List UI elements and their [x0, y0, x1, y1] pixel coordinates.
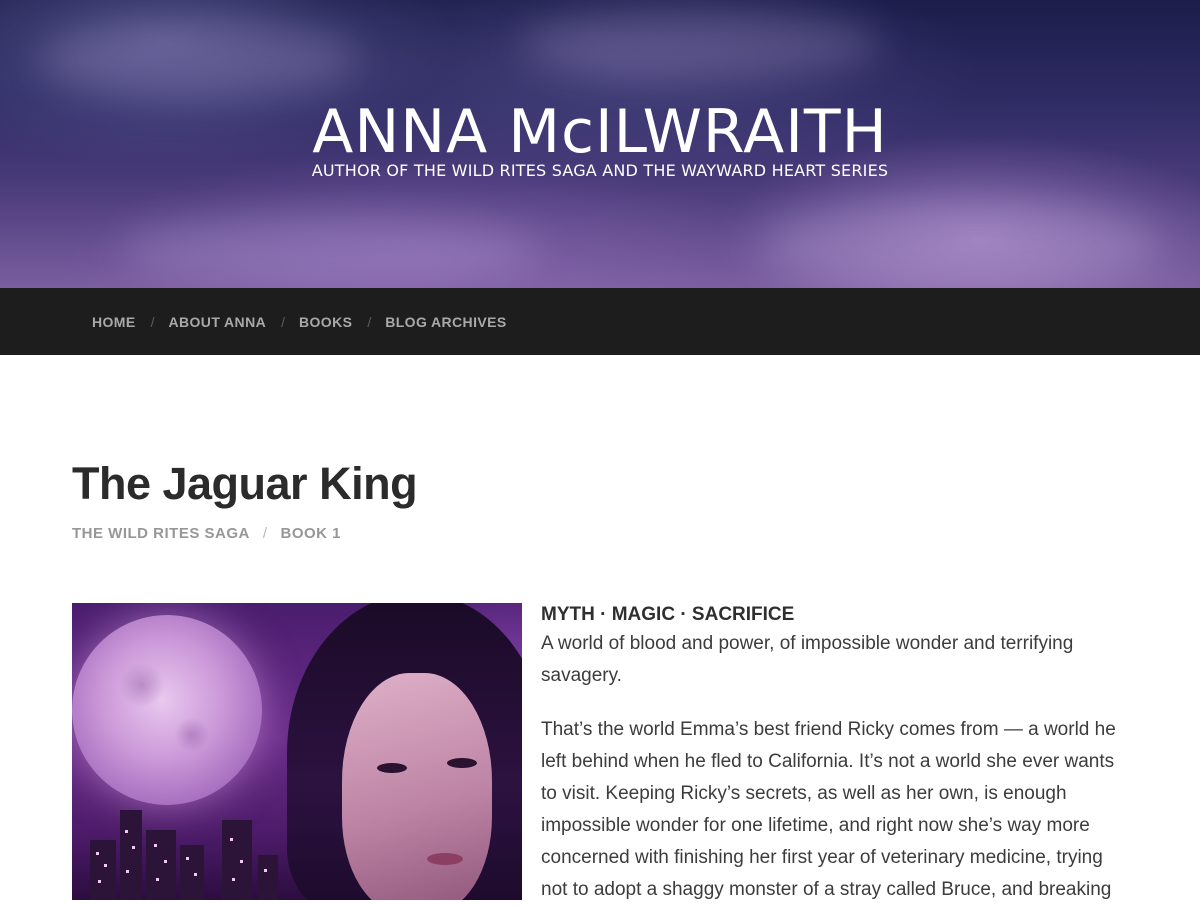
blurb-paragraph: A world of blood and power, of impossibl…: [541, 633, 1074, 686]
nav-item-books[interactable]: BOOKS: [299, 314, 352, 330]
nav-item-about-anna[interactable]: ABOUT ANNA: [169, 314, 267, 330]
moon-illustration: [72, 615, 262, 805]
cloud-texture: [120, 215, 540, 285]
cloud-texture: [760, 200, 1160, 288]
eye-illustration: [447, 758, 477, 768]
site-title[interactable]: ANNA McILWRAITH: [0, 96, 1200, 168]
cloud-texture: [520, 10, 880, 80]
main-navigation: HOME / ABOUT ANNA / BOOKS / BLOG ARCHIVE…: [0, 288, 1200, 355]
city-building: [146, 830, 176, 900]
nav-menu: HOME / ABOUT ANNA / BOOKS / BLOG ARCHIVE…: [92, 288, 507, 355]
city-building: [180, 845, 204, 900]
face-illustration: [342, 673, 492, 900]
city-building: [222, 820, 252, 900]
site-tagline: AUTHOR OF THE WILD RITES SAGA AND THE WA…: [311, 161, 889, 180]
site-header-banner: ANNA McILWRAITH AUTHOR OF THE WILD RITES…: [0, 0, 1200, 288]
book-blurb: MYTH · MAGIC · SACRIFICE A world of bloo…: [541, 602, 1131, 906]
eye-illustration: [377, 763, 407, 773]
breadcrumb-separator: /: [262, 524, 268, 542]
blurb-paragraph: That’s the world Emma’s best friend Rick…: [541, 719, 1116, 900]
book-cover-image[interactable]: [72, 603, 522, 900]
nav-item-home[interactable]: HOME: [92, 314, 136, 330]
breadcrumb-book-number[interactable]: BOOK 1: [281, 525, 342, 542]
lips-illustration: [427, 853, 463, 865]
city-building: [120, 810, 142, 900]
nav-separator: /: [150, 313, 155, 330]
page-title: The Jaguar King: [72, 458, 418, 509]
breadcrumb-series-link[interactable]: THE WILD RITES SAGA: [72, 525, 250, 542]
city-building: [90, 840, 116, 900]
breadcrumb: THE WILD RITES SAGA / BOOK 1: [72, 522, 341, 544]
nav-separator: /: [367, 313, 372, 330]
nav-separator: /: [281, 313, 285, 330]
cloud-texture: [40, 20, 360, 100]
blurb-heading: MYTH · MAGIC · SACRIFICE: [541, 604, 795, 625]
city-building: [258, 855, 278, 900]
nav-item-blog-archives[interactable]: BLOG ARCHIVES: [385, 314, 506, 330]
